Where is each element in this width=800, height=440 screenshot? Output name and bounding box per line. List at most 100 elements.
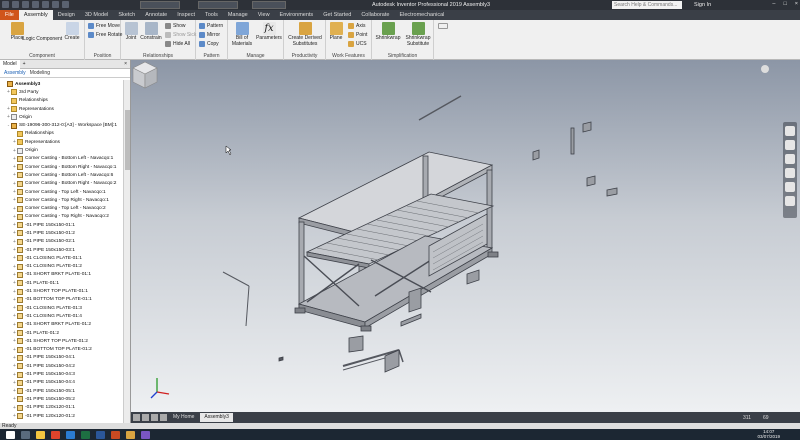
appearance-dropdown[interactable] — [198, 1, 238, 9]
tree-node[interactable]: + Corner Casting - Bottom Right - Navacqo… — [0, 180, 122, 188]
tab-file[interactable]: File — [0, 10, 19, 20]
tree-node[interactable]: + Representations — [0, 105, 122, 113]
tree-node[interactable]: + -01 PIPE 120x120-01:1 — [0, 404, 122, 412]
joint-button[interactable]: Joint — [123, 22, 139, 42]
task-view-icon[interactable] — [21, 430, 30, 439]
copy-button[interactable]: Copy — [199, 41, 219, 47]
open-icon[interactable] — [22, 1, 29, 8]
tree-node[interactable]: + -01 PIPE 150x150-02:1 — [0, 238, 122, 246]
mirror-button[interactable]: Mirror — [199, 32, 220, 38]
tab-view[interactable]: View — [253, 10, 275, 20]
tab-get-started[interactable]: Get Started — [318, 10, 356, 20]
tree-node[interactable]: + Corner Casting - Top Left - Navacqo:1 — [0, 188, 122, 196]
mode-assembly[interactable]: Assembly — [2, 70, 28, 76]
close-icon[interactable]: × — [795, 1, 798, 7]
tile-horizontal-icon[interactable] — [133, 414, 140, 421]
tree-node[interactable]: + -01 PIPE 150x150-03:1 — [0, 246, 122, 254]
ucs-button[interactable]: UCS — [348, 41, 367, 47]
outlook-icon[interactable] — [66, 430, 75, 439]
point-button[interactable]: Point — [348, 32, 367, 38]
ilogic-component-button[interactable]: iLogic Component — [20, 36, 64, 43]
create-button[interactable]: Create — [62, 22, 82, 42]
tree-node[interactable]: + -01 SHORT BRKT PLATE-01:1 — [0, 271, 122, 279]
tree-node[interactable]: Relationships — [0, 97, 122, 105]
work-features-panel-label[interactable]: Work Features — [326, 53, 371, 59]
new-icon[interactable] — [12, 1, 19, 8]
show-button[interactable]: Show — [165, 23, 186, 29]
tab-assembly3[interactable]: Assembly3 — [200, 413, 233, 422]
zoom-window-icon[interactable] — [785, 196, 795, 206]
tree-node[interactable]: + Corner Casting - Bottom Right - Navacqo… — [0, 163, 122, 171]
parameters-button[interactable]: fx Parameters — [256, 22, 282, 42]
close-panel-icon[interactable]: × — [121, 61, 130, 67]
position-panel-label[interactable]: Position — [85, 53, 120, 59]
tile-vertical-icon[interactable] — [142, 414, 149, 421]
create-derived-substitutes-button[interactable]: Create Derived Substitutes — [286, 22, 324, 47]
system-clock[interactable]: 14:07 03/07/2019 — [757, 429, 780, 439]
scroll-thumb[interactable] — [125, 110, 130, 170]
tree-node[interactable]: + Origin — [0, 113, 122, 121]
component-panel-label[interactable]: Component — [0, 53, 84, 59]
tab-environments[interactable]: Environments — [275, 10, 319, 20]
save-icon[interactable] — [32, 1, 39, 8]
manage-panel-label[interactable]: Manage — [228, 53, 283, 59]
minimize-icon[interactable]: – — [772, 1, 775, 7]
tree-node[interactable]: + -01 PIPE 120x120-01:2 — [0, 412, 122, 420]
shrinkwrap-button[interactable]: Shrinkwrap — [375, 22, 401, 42]
tab-collaborate[interactable]: Collaborate — [356, 10, 394, 20]
productivity-panel-label[interactable]: Productivity — [284, 53, 325, 59]
sign-in-link[interactable]: Sign In — [694, 2, 711, 8]
override-dropdown[interactable] — [252, 1, 286, 9]
steering-wheel-icon[interactable] — [785, 126, 795, 136]
tab-design[interactable]: Design — [53, 10, 80, 20]
tree-node[interactable]: + -01 BOTTOM TOP PLATE-01:1 — [0, 296, 122, 304]
tree-node[interactable]: + -01 SHORT BRKT PLATE-01:2 — [0, 321, 122, 329]
tree-node[interactable]: + -01 PIPE 150x150-04:1 — [0, 354, 122, 362]
tree-node[interactable]: + -01 PIPE 150x150-04:2 — [0, 362, 122, 370]
tree-node[interactable]: + -01 PIPE 150x150-01:1 — [0, 221, 122, 229]
pattern-panel-label[interactable]: Pattern — [196, 53, 227, 59]
tree-node[interactable]: + Corner Casting - Bottom Left - Navacqo:… — [0, 171, 122, 179]
tree-node[interactable]: + -01 PIPE 150x150-05:2 — [0, 395, 122, 403]
constrain-button[interactable]: Constrain — [139, 22, 163, 42]
cascade-icon[interactable] — [151, 414, 158, 421]
bom-button[interactable]: Bill of Materials — [230, 22, 254, 47]
tree-node[interactable]: + Corner Casting - Top Right - Navacqo:2 — [0, 213, 122, 221]
tree-node[interactable]: + Origin — [0, 146, 122, 154]
word-icon[interactable] — [96, 430, 105, 439]
tab-sketch[interactable]: Sketch — [113, 10, 140, 20]
app-menu-icon[interactable] — [2, 1, 9, 8]
graphics-viewport[interactable] — [131, 60, 800, 412]
tab-my-home[interactable]: My Home — [169, 413, 198, 422]
excel-icon[interactable] — [81, 430, 90, 439]
tree-node[interactable]: + -01 CLOSING PLATE-01:4 — [0, 312, 122, 320]
simplification-panel-label[interactable]: Simplification — [372, 53, 433, 59]
tree-node[interactable]: + Corner Casting - Top Right - Navacqo:1 — [0, 196, 122, 204]
zoom-icon[interactable] — [785, 154, 795, 164]
tree-node[interactable]: + -01 PIPE 150x150-05:1 — [0, 387, 122, 395]
powerpoint-icon[interactable] — [111, 430, 120, 439]
teams-icon[interactable] — [141, 430, 150, 439]
tree-node[interactable]: + -01 PIPE 150x150-01:2 — [0, 229, 122, 237]
maximize-icon[interactable]: □ — [783, 1, 786, 7]
windows-list-icon[interactable] — [160, 414, 167, 421]
view-cube[interactable] — [131, 60, 159, 90]
shrinkwrap-substitute-button[interactable]: Shrinkwrap Substitute — [404, 22, 432, 47]
add-tab-button[interactable]: + — [20, 61, 29, 67]
axis-button[interactable]: Axis — [348, 23, 365, 29]
plane-button[interactable]: Plane — [328, 22, 344, 42]
hide-all-button[interactable]: Hide All — [165, 41, 190, 47]
tree-node[interactable]: Assembly3 — [0, 80, 122, 88]
windows-start-icon[interactable] — [6, 430, 15, 439]
relationships-panel-label[interactable]: Relationships — [121, 53, 195, 59]
tree-node[interactable]: + Corner Casting - Bottom Left - Navacqo:… — [0, 155, 122, 163]
tree-node[interactable]: + Representations — [0, 138, 122, 146]
redo-icon[interactable] — [52, 1, 59, 8]
pattern-button[interactable]: Pattern — [199, 23, 223, 29]
tree-node[interactable]: Relationships — [0, 130, 122, 138]
tab-inspect[interactable]: Inspect — [172, 10, 200, 20]
tree-node[interactable]: + Corner Casting - Top Left - Navacqo:2 — [0, 204, 122, 212]
home-view-icon[interactable] — [761, 65, 769, 73]
orbit-icon[interactable] — [785, 168, 795, 178]
undo-icon[interactable] — [42, 1, 49, 8]
